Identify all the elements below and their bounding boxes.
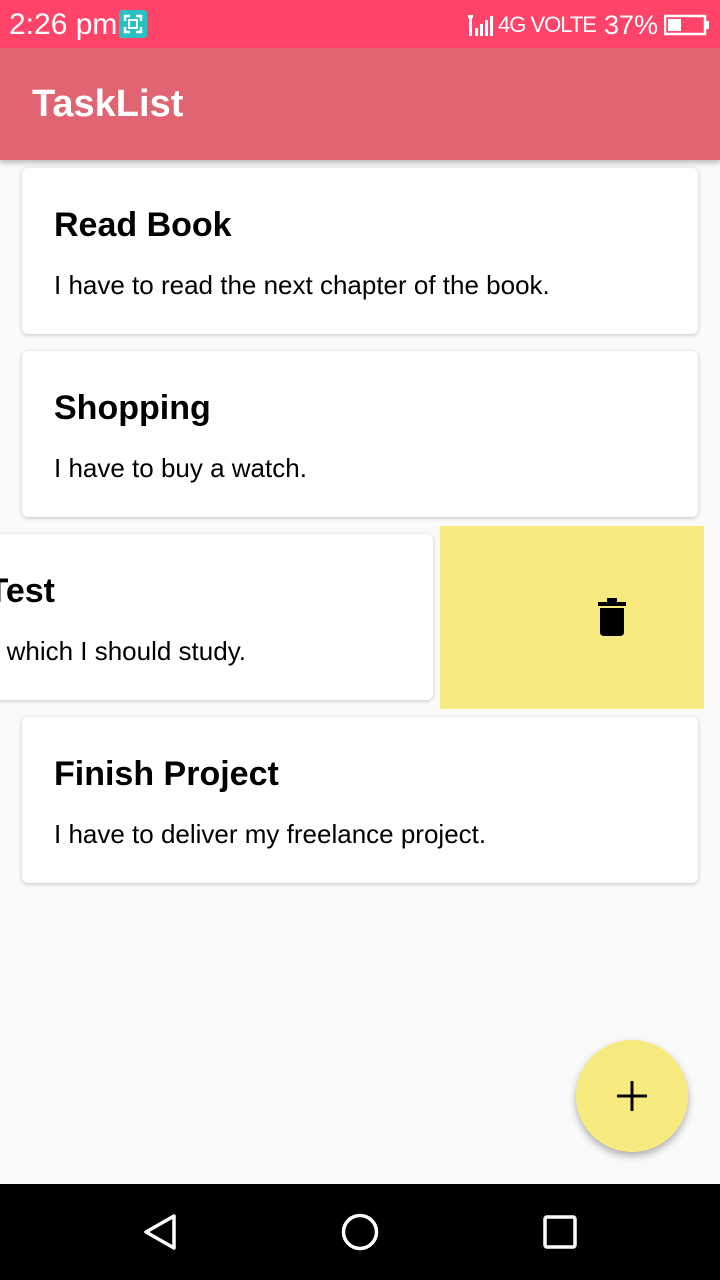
- battery-percent: 37%: [603, 9, 658, 40]
- home-icon[interactable]: [340, 1212, 380, 1252]
- task-title: Read Book: [54, 206, 232, 244]
- task-title: Shopping: [54, 389, 211, 427]
- signal-icon: [467, 15, 493, 36]
- task-card[interactable]: Shopping I have to buy a watch.: [22, 351, 698, 517]
- task-description: I have to buy a watch.: [54, 453, 307, 483]
- screen: 2:26 pm 4G VOLTE 37% TaskList Read Book …: [0, 0, 720, 1280]
- back-icon[interactable]: [140, 1212, 180, 1252]
- plus-icon: [617, 1081, 647, 1111]
- app-bar: TaskList: [0, 48, 720, 160]
- add-task-button[interactable]: [576, 1040, 688, 1152]
- task-description: I have to deliver my freelance project.: [54, 819, 487, 849]
- trash-icon: [598, 598, 626, 636]
- recents-icon[interactable]: [542, 1214, 578, 1250]
- task-title: Test: [0, 572, 55, 610]
- status-indicators: 4G VOLTE 37%: [467, 8, 710, 42]
- status-bar: 2:26 pm 4G VOLTE 37%: [0, 0, 720, 48]
- app-title: TaskList: [32, 83, 184, 125]
- task-card[interactable]: Finish Project I have to deliver my free…: [22, 717, 698, 883]
- task-card-swiped[interactable]: Test which I should study.: [0, 534, 433, 700]
- swipe-delete-background[interactable]: [440, 526, 704, 709]
- status-time: 2:26 pm: [9, 8, 118, 41]
- task-card[interactable]: Read Book I have to read the next chapte…: [22, 168, 698, 334]
- screenshot-icon: [119, 10, 147, 38]
- task-description: I have to read the next chapter of the b…: [54, 270, 550, 300]
- battery-icon: [664, 14, 709, 36]
- task-title: Finish Project: [54, 755, 279, 793]
- navigation-bar: [0, 1184, 720, 1280]
- task-description: which I should study.: [6, 636, 246, 666]
- network-type: 4G VOLTE: [497, 12, 597, 37]
